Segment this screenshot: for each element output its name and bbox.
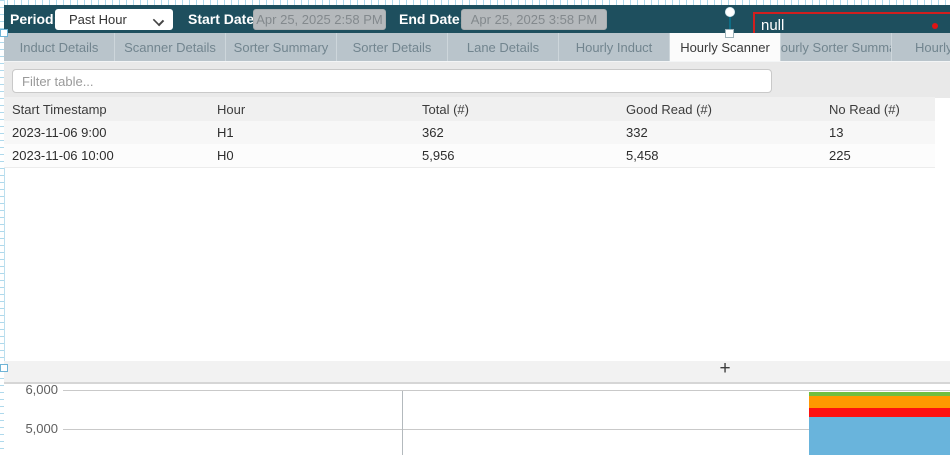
filter-strip: [4, 61, 950, 98]
tab-lane-details[interactable]: Lane Details: [448, 33, 559, 61]
table-cell: 362: [422, 121, 444, 144]
end-date-input[interactable]: [461, 9, 607, 30]
tab-hourly-sorter-summary[interactable]: Hourly Sorter Summar: [781, 33, 892, 61]
table-cell: 5,956: [422, 144, 455, 167]
filter-table-input[interactable]: [12, 69, 772, 93]
column-header[interactable]: Start Timestamp: [12, 97, 107, 121]
period-select[interactable]: Past Hour: [55, 9, 173, 30]
tab-sorter-details[interactable]: Sorter Details: [337, 33, 448, 61]
column-header[interactable]: Hour: [217, 97, 245, 121]
add-button[interactable]: +: [715, 359, 735, 379]
table-row[interactable]: 2023-11-06 9:00 H1 362 332 13: [4, 121, 935, 145]
period-select-value: Past Hour: [69, 12, 127, 27]
end-date-label: End Date:: [399, 11, 464, 27]
resize-handle[interactable]: [0, 364, 8, 372]
table-cell: H1: [217, 121, 234, 144]
gridline-vertical: [402, 391, 403, 455]
y-axis-tick-label: 6,000: [8, 382, 58, 397]
table-cell: H0: [217, 144, 234, 167]
table-cell: 2023-11-06 9:00: [12, 121, 106, 144]
bar-segment-blue-good-read: [809, 417, 950, 455]
period-label: Period:: [10, 11, 58, 27]
selection-handle-bottom[interactable]: [725, 29, 734, 38]
table-cell: 332: [626, 121, 648, 144]
hourly-scanner-chart: 6,000 5,000: [4, 384, 950, 455]
app-window: Period: Past Hour Start Date: End Date: …: [0, 0, 950, 455]
y-axis-tick-label: 5,000: [8, 421, 58, 436]
table-cell: 225: [829, 144, 851, 167]
table-row[interactable]: 2023-11-06 10:00 H0 5,956 5,458 225: [4, 144, 935, 168]
start-date-input[interactable]: [253, 9, 386, 30]
record-dot-icon: [932, 23, 938, 29]
table-header: Start Timestamp Hour Total (#) Good Read (#…: [4, 97, 935, 122]
table-cell: 2023-11-06 10:00: [12, 144, 114, 167]
tab-bar: Induct DetailsScanner DetailsSorter Summ…: [4, 33, 950, 61]
bar-segment-red-no-read: [809, 408, 950, 417]
resize-handle[interactable]: [0, 29, 8, 37]
selection-handle-top[interactable]: [725, 7, 735, 17]
table-cell: 5,458: [626, 144, 659, 167]
tab-induct-details[interactable]: Induct Details: [4, 33, 115, 61]
tab-sorter-summary[interactable]: Sorter Summary: [226, 33, 337, 61]
toolbar: Period: Past Hour Start Date: End Date: …: [4, 5, 950, 33]
column-header[interactable]: No Read (#): [829, 97, 900, 121]
start-date-label: Start Date:: [188, 11, 259, 27]
table-footer-strip: [4, 361, 950, 382]
tab-hourly-sorter-details[interactable]: Hourly Sort: [892, 33, 950, 61]
column-header[interactable]: Good Read (#): [626, 97, 712, 121]
column-header[interactable]: Total (#): [422, 97, 469, 121]
tab-hourly-induct[interactable]: Hourly Induct: [559, 33, 670, 61]
table-cell: 13: [829, 121, 843, 144]
bar-segment-orange: [809, 396, 950, 409]
tab-scanner-details[interactable]: Scanner Details: [115, 33, 226, 61]
chevron-down-icon: [153, 15, 164, 26]
gridline: [63, 390, 950, 391]
null-overlay-text: null: [761, 17, 784, 34]
